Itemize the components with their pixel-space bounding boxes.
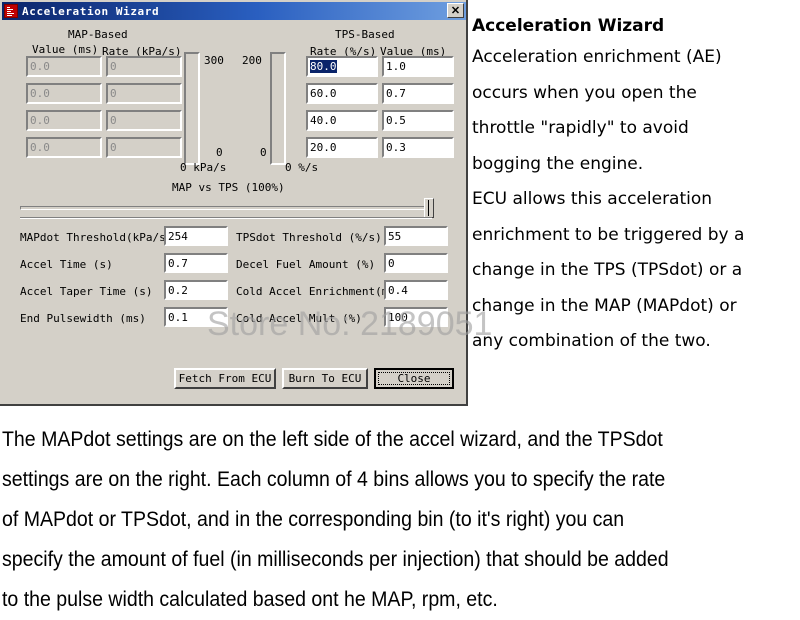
dialog-client-area: MAP-Based Value (ms) Rate (kPa/s) 0.0 0 … (2, 22, 492, 403)
bottom-paragraph: The MAPdot settings are on the left side… (2, 420, 798, 620)
tps-value-input-1[interactable]: 1.0 (382, 56, 454, 77)
window-title: Acceleration Wizard (22, 4, 160, 18)
decel-fuel-amount-label: Decel Fuel Amount (%) (236, 258, 376, 271)
close-button-label: Close (378, 372, 450, 385)
tps-value-input-4[interactable]: 0.3 (382, 137, 454, 158)
map-gauge-max-label: 300 (204, 54, 224, 67)
accel-taper-time-label: Accel Taper Time (s) (20, 285, 153, 298)
blend-slider-thumb[interactable] (424, 198, 434, 218)
map-gauge-min-label: 0 (216, 146, 223, 159)
mapdot-threshold-input[interactable]: 254 (164, 226, 228, 246)
accel-taper-time-input[interactable]: 0.2 (164, 280, 228, 300)
blend-slider-track[interactable] (20, 206, 432, 210)
map-value-input-4[interactable]: 0.0 (26, 137, 102, 158)
tps-value-input-2[interactable]: 0.7 (382, 83, 454, 104)
description-panel: Acceleration Wizard Acceleration enrichm… (472, 12, 798, 360)
cold-accel-mult-input[interactable]: 100 (384, 307, 448, 327)
description-title: Acceleration Wizard (472, 16, 665, 36)
description-line: ECU allows this acceleration (472, 189, 713, 209)
map-value-input-3[interactable]: 0.0 (26, 110, 102, 131)
map-gauge-unit-label: 0 kPa/s (180, 161, 227, 174)
map-rate-input-1[interactable]: 0 (106, 56, 182, 77)
tps-dot-gauge (270, 52, 286, 165)
map-rate-input-4[interactable]: 0 (106, 137, 182, 158)
section-divider (20, 217, 432, 219)
tps-rate-input-4[interactable]: 20.0 (306, 137, 378, 158)
cold-accel-enrichment-label: Cold Accel Enrichment(ms) (236, 285, 402, 298)
description-line: change in the TPS (TPSdot) or a (472, 260, 743, 280)
map-group-title: MAP-Based (68, 28, 128, 41)
description-line: change in the MAP (MAPdot) or (472, 295, 737, 316)
titlebar[interactable]: Acceleration Wizard ✕ (2, 2, 466, 20)
map-value-input-1[interactable]: 0.0 (26, 56, 102, 77)
cold-accel-mult-label: Cold Accel Mult (%) (236, 312, 362, 325)
cold-accel-enrichment-input[interactable]: 0.4 (384, 280, 448, 300)
tps-rate-input-1[interactable]: 80.0 (306, 56, 378, 77)
map-value-header: Value (ms) (32, 43, 99, 56)
tps-gauge-min-label: 0 (260, 146, 267, 159)
map-vs-tps-label: MAP vs TPS (100%) (172, 181, 285, 194)
tps-group-title: TPS-Based (335, 28, 395, 41)
map-dot-gauge (184, 52, 200, 165)
mapdot-threshold-label: MAPdot Threshold(kPa/s) (20, 231, 173, 244)
tps-gauge-unit-label: 0 %/s (285, 161, 319, 174)
description-line: enrichment to be triggered by a (472, 224, 745, 245)
description-line: Acceleration enrichment (AE) (472, 47, 722, 67)
tpsdot-threshold-input[interactable]: 55 (384, 226, 448, 246)
tps-gauge-max-label: 200 (242, 54, 262, 67)
description-line: throttle "rapidly" to avoid (472, 118, 689, 138)
description-line: any combination of the two. (472, 331, 711, 351)
fetch-from-ecu-button[interactable]: Fetch From ECU (174, 368, 276, 389)
decel-fuel-amount-input[interactable]: 0 (384, 253, 448, 273)
app-icon (4, 4, 18, 18)
tpsdot-threshold-label: TPSdot Threshold (%/s) (236, 231, 382, 244)
bottom-paragraph-line: to the pulse width calculated based ont … (2, 588, 498, 611)
description-line: occurs when you open the (472, 82, 697, 103)
acceleration-wizard-dialog: Acceleration Wizard ✕ MAP-Based Value (m… (0, 0, 492, 406)
end-pulsewidth-label: End Pulsewidth (ms) (20, 312, 146, 325)
tps-rate-input-3[interactable]: 40.0 (306, 110, 378, 131)
accel-time-label: Accel Time (s) (20, 258, 113, 271)
tps-value-input-3[interactable]: 0.5 (382, 110, 454, 131)
bottom-paragraph-line: The MAPdot settings are on the left side… (2, 428, 663, 451)
bottom-paragraph-line: of MAPdot or TPSdot, and in the correspo… (2, 508, 625, 531)
close-icon[interactable]: ✕ (447, 3, 464, 18)
burn-to-ecu-button[interactable]: Burn To ECU (282, 368, 368, 389)
accel-time-input[interactable]: 0.7 (164, 253, 228, 273)
tps-rate-input-2[interactable]: 60.0 (306, 83, 378, 104)
tps-rate-input-1-text: 80.0 (310, 60, 337, 73)
bottom-paragraph-line: specify the amount of fuel (in milliseco… (2, 548, 669, 571)
description-line: bogging the engine. (472, 153, 644, 174)
map-rate-input-2[interactable]: 0 (106, 83, 182, 104)
end-pulsewidth-input[interactable]: 0.1 (164, 307, 228, 327)
bottom-paragraph-line: settings are on the right. Each column o… (2, 468, 666, 491)
map-rate-input-3[interactable]: 0 (106, 110, 182, 131)
close-button[interactable]: Close (374, 368, 454, 389)
map-value-input-2[interactable]: 0.0 (26, 83, 102, 104)
